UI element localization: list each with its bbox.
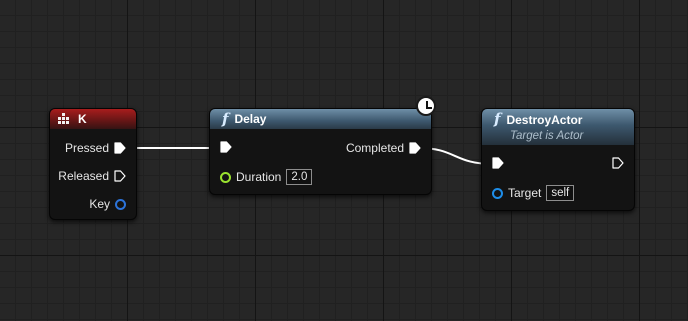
destroy-exec-out-row <box>612 157 624 169</box>
key-pin-row: Key <box>89 197 126 211</box>
key-event-title: K <box>78 112 87 126</box>
completed-exec-pin-icon[interactable] <box>409 142 421 154</box>
key-event-header[interactable]: K <box>50 109 136 129</box>
target-value-input[interactable]: self <box>546 185 575 201</box>
keyboard-icon <box>58 113 72 125</box>
delay-exec-in-row <box>220 141 232 153</box>
destroy-exec-in-pin-icon[interactable] <box>492 157 504 169</box>
released-pin-label: Released <box>58 169 109 183</box>
pressed-pin-label: Pressed <box>64 141 109 155</box>
completed-pin-label: Completed <box>345 141 404 155</box>
delay-header[interactable]: f Delay <box>210 109 431 129</box>
function-icon: f <box>494 110 501 128</box>
destroy-actor-node[interactable]: f DestroyActor Target is Actor Target se… <box>481 108 635 211</box>
key-pin-label: Key <box>89 197 110 211</box>
completed-pin-row: Completed <box>346 141 421 155</box>
target-object-pin-icon[interactable] <box>492 187 503 199</box>
delay-exec-in-pin-icon[interactable] <box>220 141 232 153</box>
released-exec-pin-icon[interactable] <box>114 170 126 182</box>
key-event-node[interactable]: K Pressed Released Key <box>49 108 137 220</box>
destroy-exec-in-row <box>492 157 504 169</box>
delay-node[interactable]: f Delay Completed Duration 2.0 <box>209 108 432 195</box>
destroy-exec-out-pin-icon[interactable] <box>612 157 624 169</box>
duration-pin-label: Duration <box>236 170 282 184</box>
key-struct-pin-icon[interactable] <box>115 198 126 210</box>
duration-value-input[interactable]: 2.0 <box>286 169 313 185</box>
pressed-pin-row: Pressed <box>65 141 126 155</box>
target-pin-label: Target <box>508 186 542 200</box>
clock-icon <box>416 96 436 116</box>
destroy-actor-title: DestroyActor <box>506 113 583 127</box>
pressed-exec-pin-icon[interactable] <box>114 142 126 154</box>
target-pin-row: Target self <box>492 185 575 201</box>
duration-float-pin-icon[interactable] <box>220 171 231 183</box>
function-icon: f <box>222 110 229 128</box>
delay-title: Delay <box>234 112 267 126</box>
blueprint-graph[interactable]: K Pressed Released Key f Delay Completed… <box>0 0 688 321</box>
duration-pin-row: Duration 2.0 <box>220 169 313 185</box>
destroy-actor-header[interactable]: f DestroyActor Target is Actor <box>482 109 634 145</box>
destroy-actor-subtitle: Target is Actor <box>510 130 584 142</box>
released-pin-row: Released <box>58 169 126 183</box>
